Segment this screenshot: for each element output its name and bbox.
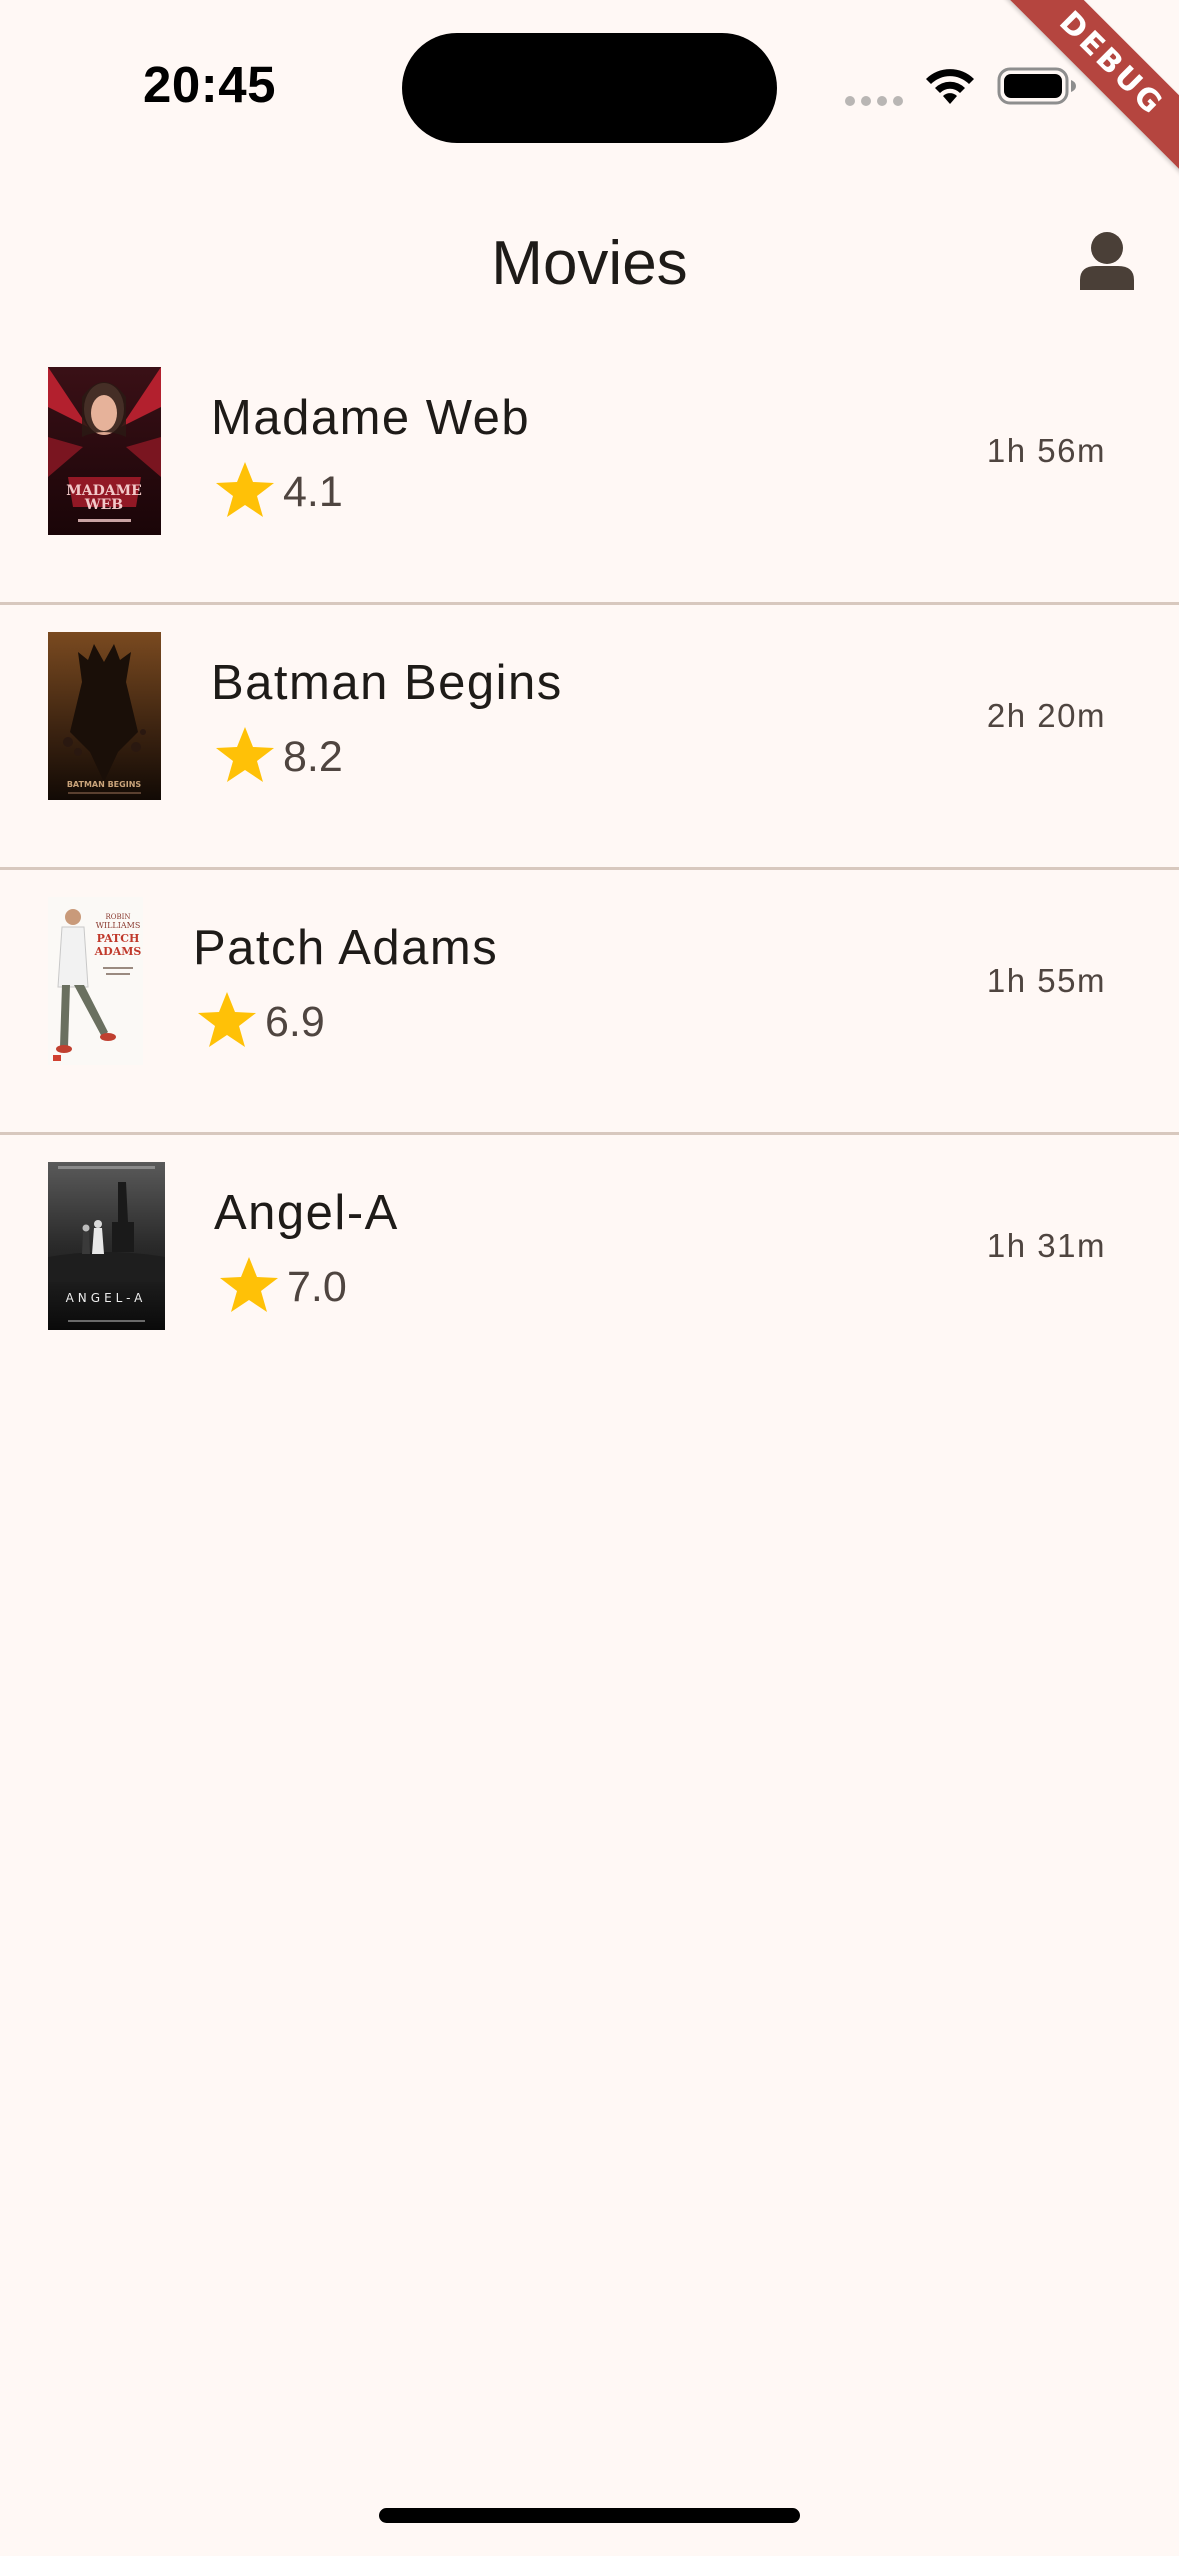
rating-value: 4.1	[283, 468, 343, 516]
movie-title: Batman Begins	[211, 656, 563, 710]
list-item[interactable]: ROBIN WILLIAMS PATCH ADAMS Patch Adams 6…	[0, 870, 1179, 1135]
cellular-signal-icon	[845, 96, 903, 106]
svg-text:WEB: WEB	[84, 497, 123, 513]
star-icon	[198, 992, 256, 1047]
patch-adams-poster-icon: ROBIN WILLIAMS PATCH ADAMS	[48, 897, 143, 1065]
list-item[interactable]: ANGEL-A Angel-A 7.0 1h 31m	[0, 1135, 1179, 1397]
app-bar: Movies	[0, 200, 1179, 330]
movie-title: Angel-A	[214, 1186, 399, 1240]
angel-a-poster-icon: ANGEL-A	[48, 1162, 165, 1330]
battery-icon	[997, 67, 1076, 105]
movie-duration: 1h 56m	[986, 432, 1106, 469]
svg-text:WILLIAMS: WILLIAMS	[96, 921, 141, 930]
svg-text:ADAMS: ADAMS	[94, 945, 142, 958]
list-item[interactable]: MADAME WEB Madame Web 4.1 1h 56m	[0, 340, 1179, 605]
svg-text:BATMAN BEGINS: BATMAN BEGINS	[67, 780, 142, 789]
movie-title: Patch Adams	[193, 921, 499, 975]
star-icon	[216, 462, 274, 517]
page-title: Movies	[491, 229, 688, 298]
rating-value: 6.9	[265, 998, 325, 1046]
movie-duration: 2h 20m	[986, 697, 1106, 734]
svg-text:ROBIN: ROBIN	[105, 913, 130, 921]
star-icon	[216, 727, 274, 782]
person-icon[interactable]	[1078, 230, 1136, 292]
status-time: 20:45	[143, 56, 276, 113]
movie-title: Madame Web	[211, 391, 531, 445]
svg-text:PATCH: PATCH	[97, 932, 140, 945]
rating-value: 8.2	[283, 733, 343, 781]
svg-text:ANGEL-A: ANGEL-A	[66, 1291, 147, 1305]
rating-value: 7.0	[287, 1263, 347, 1311]
madame-web-poster-icon: MADAME WEB	[48, 367, 161, 535]
list-item[interactable]: BATMAN BEGINS Batman Begins 8.2 2h 20m	[0, 605, 1179, 870]
movie-list: MADAME WEB Madame Web 4.1 1h 56m BATMAN …	[0, 340, 1179, 1397]
movie-duration: 1h 31m	[986, 1227, 1106, 1264]
status-bar: 20:45	[0, 0, 1179, 170]
home-indicator[interactable]	[379, 2508, 800, 2523]
dynamic-island	[402, 33, 777, 143]
batman-begins-poster-icon: BATMAN BEGINS	[48, 632, 161, 800]
movie-duration: 1h 55m	[986, 962, 1106, 999]
wifi-icon	[926, 69, 974, 104]
star-icon	[220, 1257, 278, 1312]
